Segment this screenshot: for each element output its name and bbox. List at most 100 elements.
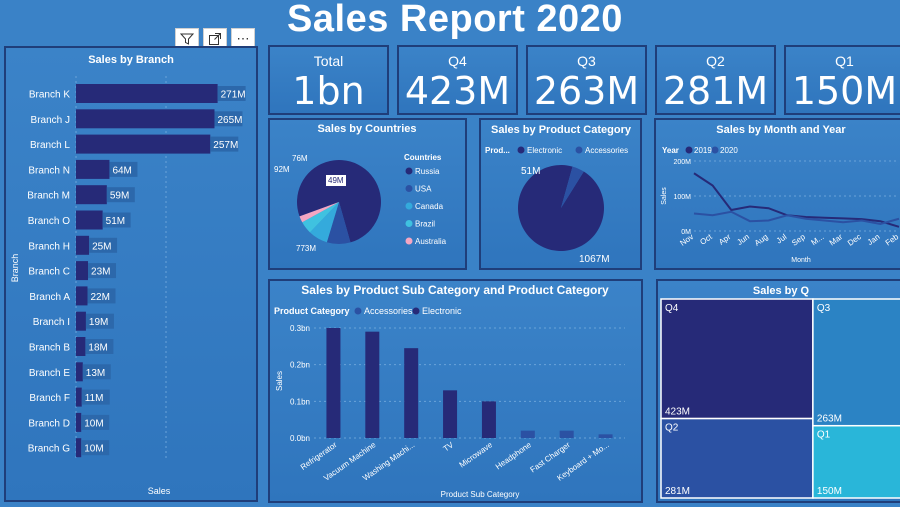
branch-data-label: 25M	[92, 241, 111, 252]
x-tick-label: Jul	[775, 232, 789, 245]
branch-data-label: 11M	[85, 393, 104, 404]
branch-bar	[76, 235, 90, 255]
y-tick-label: 0.2bn	[290, 361, 310, 370]
x-axis-label: Month	[791, 257, 811, 264]
kpi-label: Q2	[706, 53, 725, 69]
treemap-cell	[660, 298, 814, 420]
category-chart: Sales by Product Category Prod... Electron…	[485, 124, 632, 265]
branch-tick-label: Branch I	[33, 317, 70, 328]
legend-marker	[517, 146, 525, 154]
legend-label: Canada	[415, 202, 444, 211]
line-series	[693, 210, 900, 226]
branch-bar	[76, 337, 86, 356]
branch-data-label: 10M	[84, 418, 103, 429]
kpi-card-total: Total 1bn	[268, 45, 389, 115]
kpi-card-q4: Q4 423M	[397, 45, 518, 115]
branch-tick-label: Branch A	[29, 292, 70, 303]
filter-icon-glyph	[180, 33, 194, 45]
legend-label: Accessories	[585, 146, 628, 155]
x-tick-label: Jan	[866, 232, 882, 247]
quarter-treemap-panel[interactable]: Sales by Q Q4 423M Q2 281M Q3 263M Q1 150M	[656, 279, 907, 503]
x-tick-label: TV	[442, 440, 456, 454]
branch-tick-label: Branch J	[31, 115, 70, 126]
kpi-label: Q3	[577, 53, 596, 69]
branch-data-label: 271M	[221, 90, 246, 101]
legend-marker	[412, 307, 420, 315]
subcategory-chart: Sales by Product Sub Category and Produc…	[274, 283, 625, 499]
kpi-label: Total	[313, 53, 344, 69]
month-chart-panel[interactable]: Sales by Month and Year Year 2019 2020 0M 100…	[654, 118, 907, 270]
sub-bar	[404, 348, 419, 438]
category-chart-panel[interactable]: Sales by Product Category Prod... Electron…	[479, 118, 642, 270]
branch-data-label: 51M	[106, 216, 125, 227]
branch-chart-panel[interactable]: Sales by Branch Branch K 271M Branch J 265M B…	[4, 46, 258, 502]
kpi-value: 1bn	[292, 69, 365, 113]
branch-chart: Sales by Branch Branch K 271M Branch J 265M B…	[10, 54, 246, 496]
branch-bar	[76, 84, 218, 103]
chart-title: Sales by Month and Year	[716, 124, 846, 136]
x-tick-label: Jun	[735, 232, 751, 247]
branch-bar	[76, 159, 110, 179]
pie-data-label: 92M	[274, 165, 290, 174]
report-title: Sales Report 2020	[287, 0, 623, 40]
branch-bar	[76, 109, 215, 129]
legend-marker	[405, 237, 413, 245]
sub-bar	[443, 390, 458, 438]
treemap-label: Q1	[817, 430, 831, 441]
kpi-value: 281M	[662, 69, 769, 113]
subcategory-chart-panel[interactable]: Sales by Product Sub Category and Produc…	[268, 279, 643, 503]
x-tick-label: Oct	[698, 232, 714, 247]
branch-bar	[76, 412, 82, 432]
treemap-value: 423M	[665, 407, 690, 418]
x-tick-label: Aug	[753, 232, 770, 248]
treemap-value: 281M	[665, 486, 690, 497]
y-tick-label: 200M	[673, 159, 691, 166]
chart-title: Sales by Countries	[317, 123, 416, 135]
pie-data-label: 49M	[328, 176, 344, 185]
y-tick-label: 0.0bn	[290, 434, 310, 443]
x-axis-label: Sales	[148, 486, 171, 496]
treemap-cell	[812, 298, 903, 427]
x-tick-label: Feb	[884, 232, 901, 248]
branch-data-label: 64M	[112, 165, 131, 176]
countries-chart: Sales by Countries 773M 92M76M 49M Countries…	[274, 123, 447, 253]
page-edge	[900, 0, 910, 507]
legend-marker	[711, 146, 719, 154]
pie-data-label: 1067M	[579, 254, 610, 265]
y-tick-label: 100M	[673, 194, 691, 201]
chart-title: Sales by Product Category	[491, 124, 632, 136]
legend-label: Brazil	[415, 220, 435, 229]
countries-chart-panel[interactable]: Sales by Countries 773M 92M 76M 49M Countries…	[268, 118, 467, 270]
legend-marker	[354, 307, 362, 315]
branch-tick-label: Branch L	[30, 140, 70, 151]
branch-data-label: 10M	[84, 444, 103, 455]
sub-bar	[481, 401, 496, 438]
branch-tick-label: Branch H	[28, 241, 70, 252]
kpi-card-q1: Q1 150M	[784, 45, 905, 115]
legend-marker	[685, 146, 693, 154]
legend-title: Countries	[404, 153, 442, 162]
branch-tick-label: Branch K	[29, 90, 70, 101]
legend-label: Russia	[415, 167, 440, 176]
y-tick-label: 0.3bn	[290, 324, 310, 333]
branch-bar	[76, 438, 82, 458]
chart-title: Sales by Branch	[88, 54, 174, 66]
sub-bar	[559, 430, 574, 438]
treemap-value: 150M	[817, 486, 842, 497]
branch-tick-label: Branch E	[29, 368, 70, 379]
kpi-card-q2: Q2 281M	[655, 45, 776, 115]
legend-label: 2020	[720, 146, 738, 155]
branch-tick-label: Branch G	[28, 444, 70, 455]
y-axis-label: Sales	[275, 371, 284, 391]
branch-tick-label: Branch O	[28, 216, 70, 227]
legend-label: Accessories	[364, 306, 413, 316]
branch-data-label: 13M	[86, 368, 105, 379]
branch-bar	[76, 311, 86, 331]
focus-mode-icon-glyph	[209, 33, 221, 45]
branch-bar	[76, 185, 107, 205]
branch-tick-label: Branch N	[28, 165, 70, 176]
chart-title: Sales by Q	[753, 285, 810, 297]
legend-marker	[405, 220, 413, 227]
branch-data-label: 19M	[89, 317, 108, 328]
sub-bar	[326, 328, 341, 438]
